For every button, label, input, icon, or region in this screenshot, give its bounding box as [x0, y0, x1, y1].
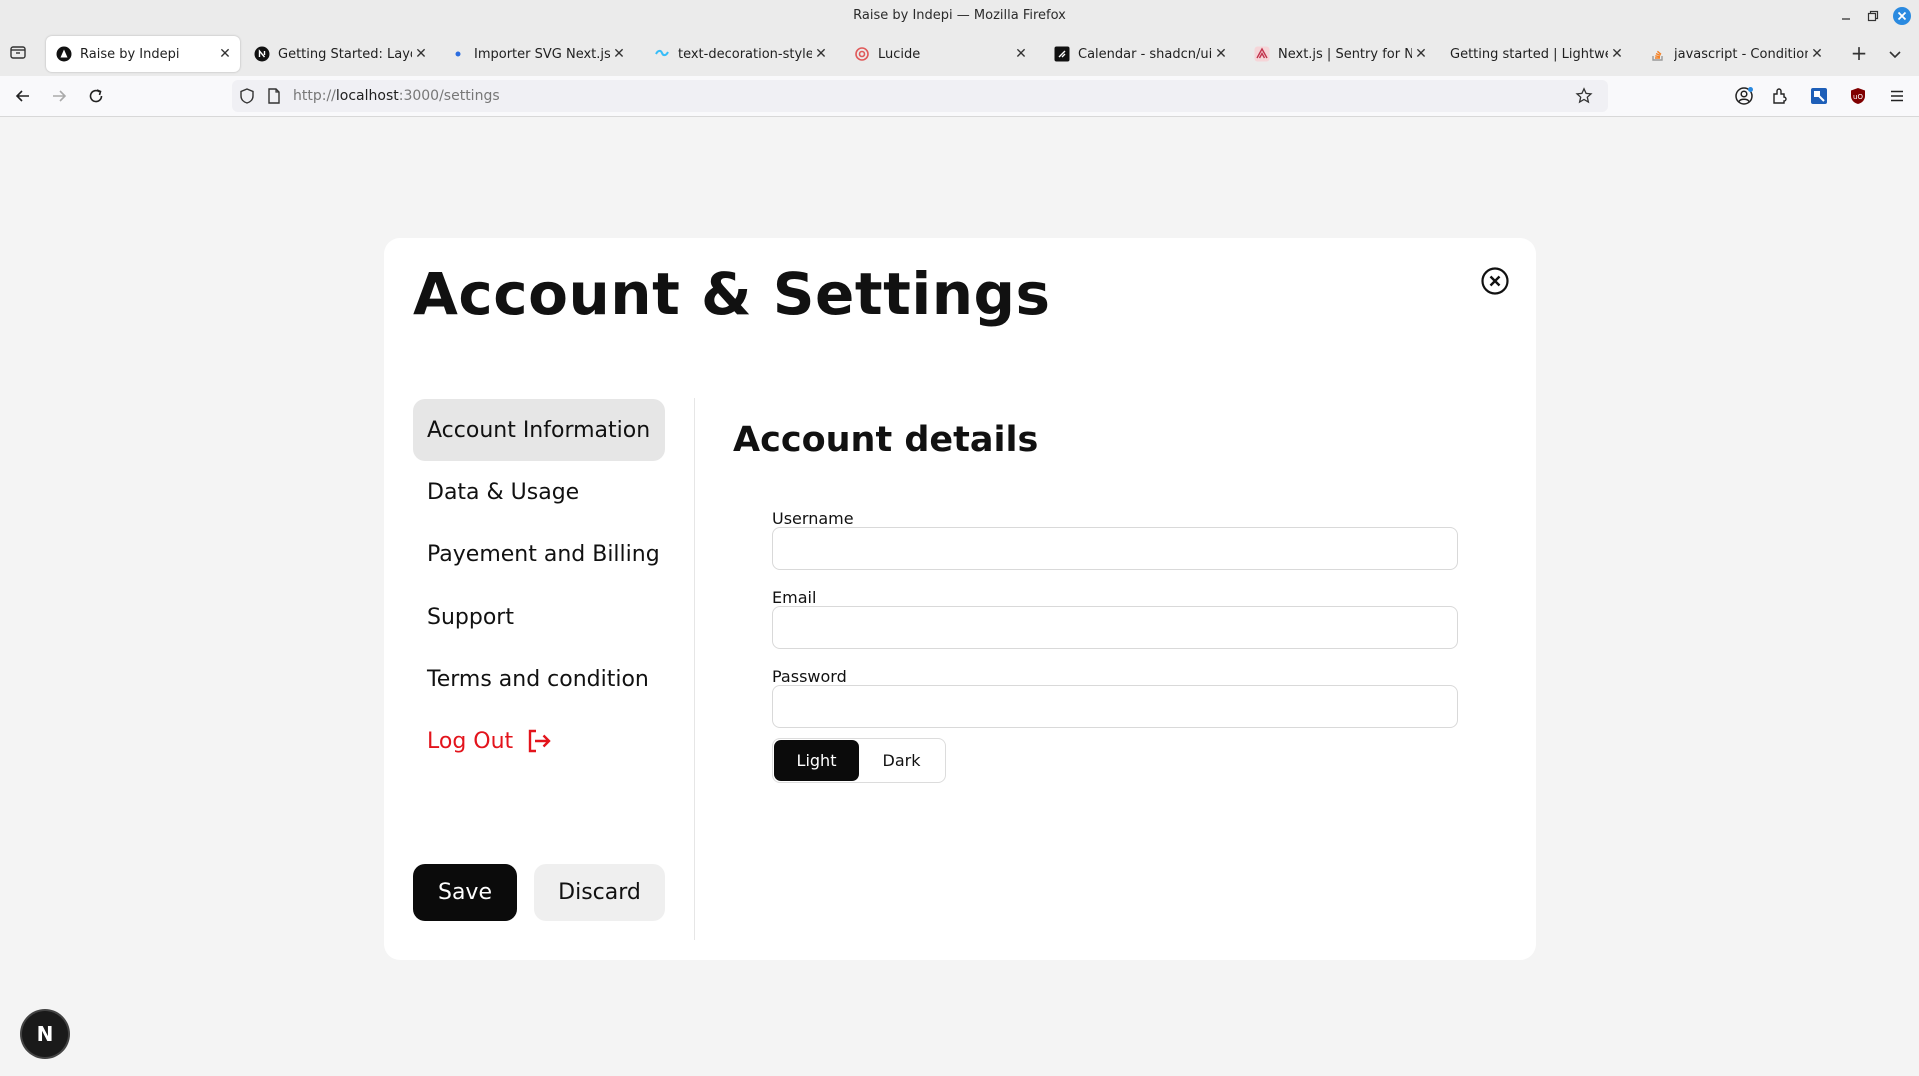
page-icon[interactable] — [265, 87, 283, 109]
sidebar-item-logout[interactable]: Log Out — [413, 710, 665, 772]
save-button[interactable]: Save — [413, 864, 517, 921]
back-icon[interactable] — [11, 84, 35, 108]
ublock-icon[interactable]: uO — [1846, 84, 1870, 108]
username-field[interactable] — [772, 527, 1458, 570]
tab-close-icon[interactable]: ✕ — [412, 46, 430, 62]
tab-label: Calendar - shadcn/ui — [1078, 46, 1212, 62]
tab-label: Importer SVG Next.js — [474, 46, 610, 62]
theme-dark-option[interactable]: Dark — [859, 740, 944, 781]
email-label: Email — [772, 588, 817, 607]
sidebar-item-label: Account Information — [427, 417, 651, 443]
url-text[interactable]: http://localhost:3000/settings — [293, 88, 500, 104]
tab-close-icon[interactable]: ✕ — [1808, 46, 1826, 62]
container-extension-icon[interactable] — [1807, 84, 1831, 108]
bookmark-star-icon[interactable] — [1575, 87, 1593, 109]
stackoverflow-favicon-icon — [1650, 46, 1666, 62]
tab-raise-by-indepi[interactable]: Raise by Indepi ✕ — [46, 36, 240, 72]
settings-card: Account & Settings Account Information D… — [384, 238, 1536, 960]
dot-favicon-icon — [450, 46, 466, 62]
shadcn-favicon-icon — [1054, 46, 1070, 62]
window-title: Raise by Indepi — Mozilla Firefox — [853, 8, 1066, 23]
tab-sentry[interactable]: Next.js | Sentry for Next ✕ — [1244, 36, 1436, 72]
tab-text-decoration-style[interactable]: text-decoration-style - T ✕ — [644, 36, 836, 72]
tab-overview-icon[interactable] — [8, 42, 32, 66]
tab-label: text-decoration-style - T — [678, 46, 812, 62]
hamburger-menu-icon[interactable] — [1885, 84, 1909, 108]
tab-close-icon[interactable]: ✕ — [1412, 46, 1430, 62]
tab-lucide[interactable]: Lucide ✕ — [844, 36, 1036, 72]
account-icon[interactable] — [1732, 84, 1756, 108]
nextjs-favicon-icon — [254, 46, 270, 62]
theme-toggle: Light Dark — [772, 738, 946, 783]
extensions-icon[interactable] — [1768, 84, 1792, 108]
forward-icon[interactable] — [47, 84, 71, 108]
vertical-divider — [694, 398, 695, 940]
discard-button[interactable]: Discard — [534, 864, 665, 921]
logout-icon — [528, 729, 551, 753]
email-field[interactable] — [772, 606, 1458, 649]
sidebar-item-label: Terms and condition — [427, 666, 649, 692]
raise-favicon-icon — [56, 46, 72, 62]
section-title: Account details — [733, 420, 1039, 460]
sidebar-item-data-usage[interactable]: Data & Usage — [413, 461, 665, 523]
tab-label: Getting started | Lightweigh — [1450, 46, 1608, 62]
tab-close-icon[interactable]: ✕ — [610, 46, 628, 62]
sidebar-item-support[interactable]: Support — [413, 586, 665, 648]
password-label: Password — [772, 667, 847, 686]
tab-label: Raise by Indepi — [80, 46, 180, 62]
page-title: Account & Settings — [413, 260, 1051, 328]
sidebar-item-label: Log Out — [427, 728, 514, 754]
lucide-favicon-icon — [854, 46, 870, 62]
close-icon[interactable] — [1480, 266, 1510, 296]
sidebar-item-label: Data & Usage — [427, 479, 580, 505]
nextjs-dev-badge[interactable]: N — [22, 1011, 68, 1057]
tab-close-icon[interactable]: ✕ — [1012, 46, 1030, 62]
sidebar-item-terms[interactable]: Terms and condition — [413, 648, 665, 710]
tab-importer-svg[interactable]: Importer SVG Next.js ✕ — [440, 36, 634, 72]
tab-close-icon[interactable]: ✕ — [1212, 46, 1230, 62]
theme-light-option[interactable]: Light — [774, 740, 859, 781]
sidebar-item-label: Support — [427, 604, 514, 630]
tab-label: Getting Started: Layout — [278, 46, 412, 62]
tab-javascript-conditionally[interactable]: javascript - Conditionally ✕ — [1640, 36, 1832, 72]
new-tab-icon[interactable]: + — [1847, 42, 1871, 66]
minimize-icon[interactable] — [1836, 5, 1856, 27]
tab-getting-started-layout[interactable]: Getting Started: Layout ✕ — [244, 36, 436, 72]
sentry-favicon-icon — [1254, 46, 1270, 62]
tab-strip: Raise by Indepi ✕ Getting Started: Layou… — [0, 32, 1919, 76]
tailwind-favicon-icon — [654, 46, 670, 62]
tab-close-icon[interactable]: ✕ — [1608, 46, 1626, 62]
url-host: localhost — [335, 88, 399, 104]
reload-icon[interactable] — [84, 84, 108, 108]
sidebar-item-account-information[interactable]: Account Information — [413, 399, 665, 461]
tab-close-icon[interactable]: ✕ — [216, 46, 234, 62]
sidebar-item-label: Payement and Billing — [427, 541, 660, 567]
username-label: Username — [772, 509, 854, 528]
shield-icon[interactable] — [238, 87, 256, 109]
tab-label: Lucide — [878, 46, 921, 62]
restore-icon[interactable] — [1863, 5, 1883, 27]
tab-lightweight[interactable]: Getting started | Lightweigh ✕ — [1440, 36, 1632, 72]
close-window-icon[interactable] — [1891, 5, 1913, 27]
dev-badge-label: N — [36, 1022, 54, 1046]
tab-calendar-shadcn[interactable]: Calendar - shadcn/ui ✕ — [1044, 36, 1236, 72]
tab-close-icon[interactable]: ✕ — [812, 46, 830, 62]
navigation-toolbar: http://localhost:3000/settings uO — [0, 76, 1919, 117]
svg-text:uO: uO — [1853, 93, 1863, 101]
url-path: :3000/settings — [398, 88, 500, 104]
password-field[interactable] — [772, 685, 1458, 728]
tab-label: javascript - Conditionally — [1674, 46, 1808, 62]
chevron-down-icon[interactable] — [1883, 42, 1907, 66]
sidebar-item-payment-billing[interactable]: Payement and Billing — [413, 523, 665, 585]
url-scheme: http:// — [293, 88, 336, 104]
window-titlebar: Raise by Indepi — Mozilla Firefox — [0, 0, 1919, 32]
url-bar[interactable]: http://localhost:3000/settings — [232, 80, 1608, 112]
tab-label: Next.js | Sentry for Next — [1278, 46, 1412, 62]
